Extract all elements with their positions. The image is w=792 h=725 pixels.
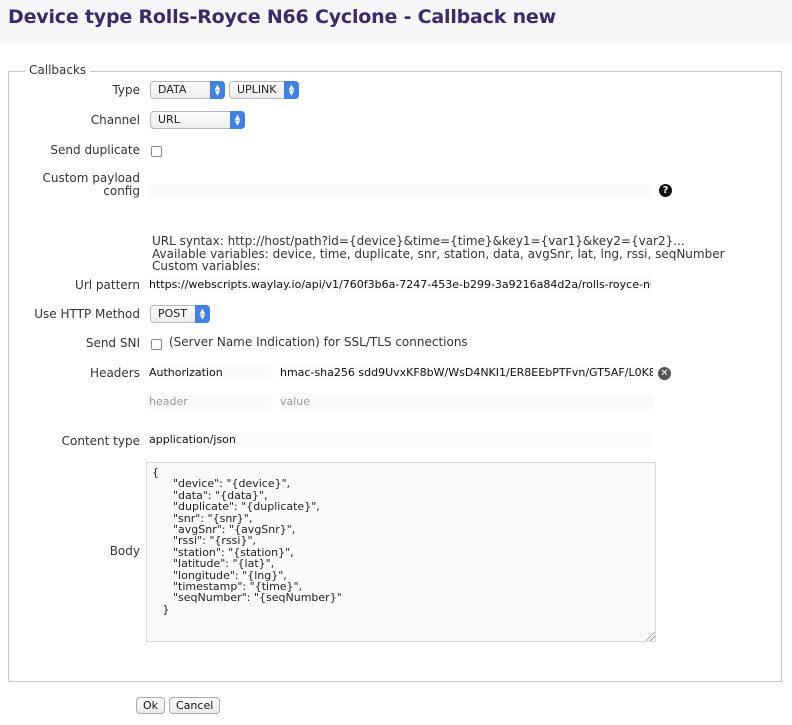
channel-select[interactable]: URL ▲ ▼ [150, 111, 245, 129]
custom-variables-line: Custom variables: [152, 259, 261, 273]
cancel-button[interactable]: Cancel [169, 697, 220, 714]
channel-select-value: URL [158, 113, 180, 126]
http-method-label: Use HTTP Method [34, 307, 140, 321]
page-title: Device type Rolls-Royce N66 Cyclone - Ca… [8, 6, 556, 28]
http-method-value: POST [158, 307, 187, 320]
send-sni-label: Send SNI [85, 336, 140, 350]
url-pattern-input[interactable]: https://webscripts.waylay.io/api/v1/760f… [148, 278, 651, 292]
header-value-input[interactable]: hmac-sha256 sdd9UvxKF8bW/WsD4NKI1/ER8EEb… [279, 366, 653, 380]
subtype-select-value: UPLINK [237, 83, 277, 96]
callbacks-legend: Callbacks [25, 63, 91, 77]
custom-payload-label-line2: config [103, 184, 140, 198]
chevron-updown-icon: ▲ ▼ [195, 305, 210, 323]
question-circle-icon[interactable]: ? [659, 184, 672, 197]
send-duplicate-checkbox[interactable] [151, 146, 162, 157]
channel-label: Channel [90, 113, 140, 127]
chevron-updown-icon: ▲ ▼ [230, 111, 245, 129]
custom-payload-input[interactable] [148, 184, 651, 198]
url-syntax-line: URL syntax: http://host/path?id={device}… [152, 234, 685, 248]
header-name-input[interactable]: Authorization [148, 366, 271, 380]
send-sni-description: (Server Name Indication) for SSL/TLS con… [169, 335, 468, 349]
headers-label: Headers [90, 366, 140, 380]
ok-button[interactable]: Ok [136, 697, 165, 714]
new-header-value-input[interactable]: value [279, 395, 653, 409]
content-type-label: Content type [61, 434, 140, 448]
close-circle-icon[interactable]: ✕ [658, 367, 671, 380]
http-method-select[interactable]: POST ▲ ▼ [150, 305, 210, 323]
subtype-select[interactable]: UPLINK ▲ ▼ [229, 81, 299, 99]
url-syntax-help: URL syntax: http://host/path?id={device}… [152, 235, 725, 273]
chevron-updown-icon: ▲ ▼ [210, 81, 225, 99]
send-sni-checkbox[interactable] [151, 339, 162, 350]
resize-grip-icon[interactable] [646, 632, 655, 641]
custom-payload-label: Custom payload config [42, 172, 140, 198]
chevron-updown-icon: ▲ ▼ [284, 81, 299, 99]
send-duplicate-label: Send duplicate [50, 143, 140, 157]
url-pattern-label: Url pattern [75, 278, 140, 292]
type-select-value: DATA [158, 83, 187, 96]
new-header-name-input[interactable]: header [148, 395, 271, 409]
body-label: Body [109, 544, 140, 558]
type-label: Type [112, 83, 140, 97]
body-textarea[interactable]: { "device": "{device}", "data": "{data}"… [146, 462, 656, 642]
type-select[interactable]: DATA ▲ ▼ [150, 81, 225, 99]
content-type-input[interactable]: application/json [148, 433, 651, 447]
